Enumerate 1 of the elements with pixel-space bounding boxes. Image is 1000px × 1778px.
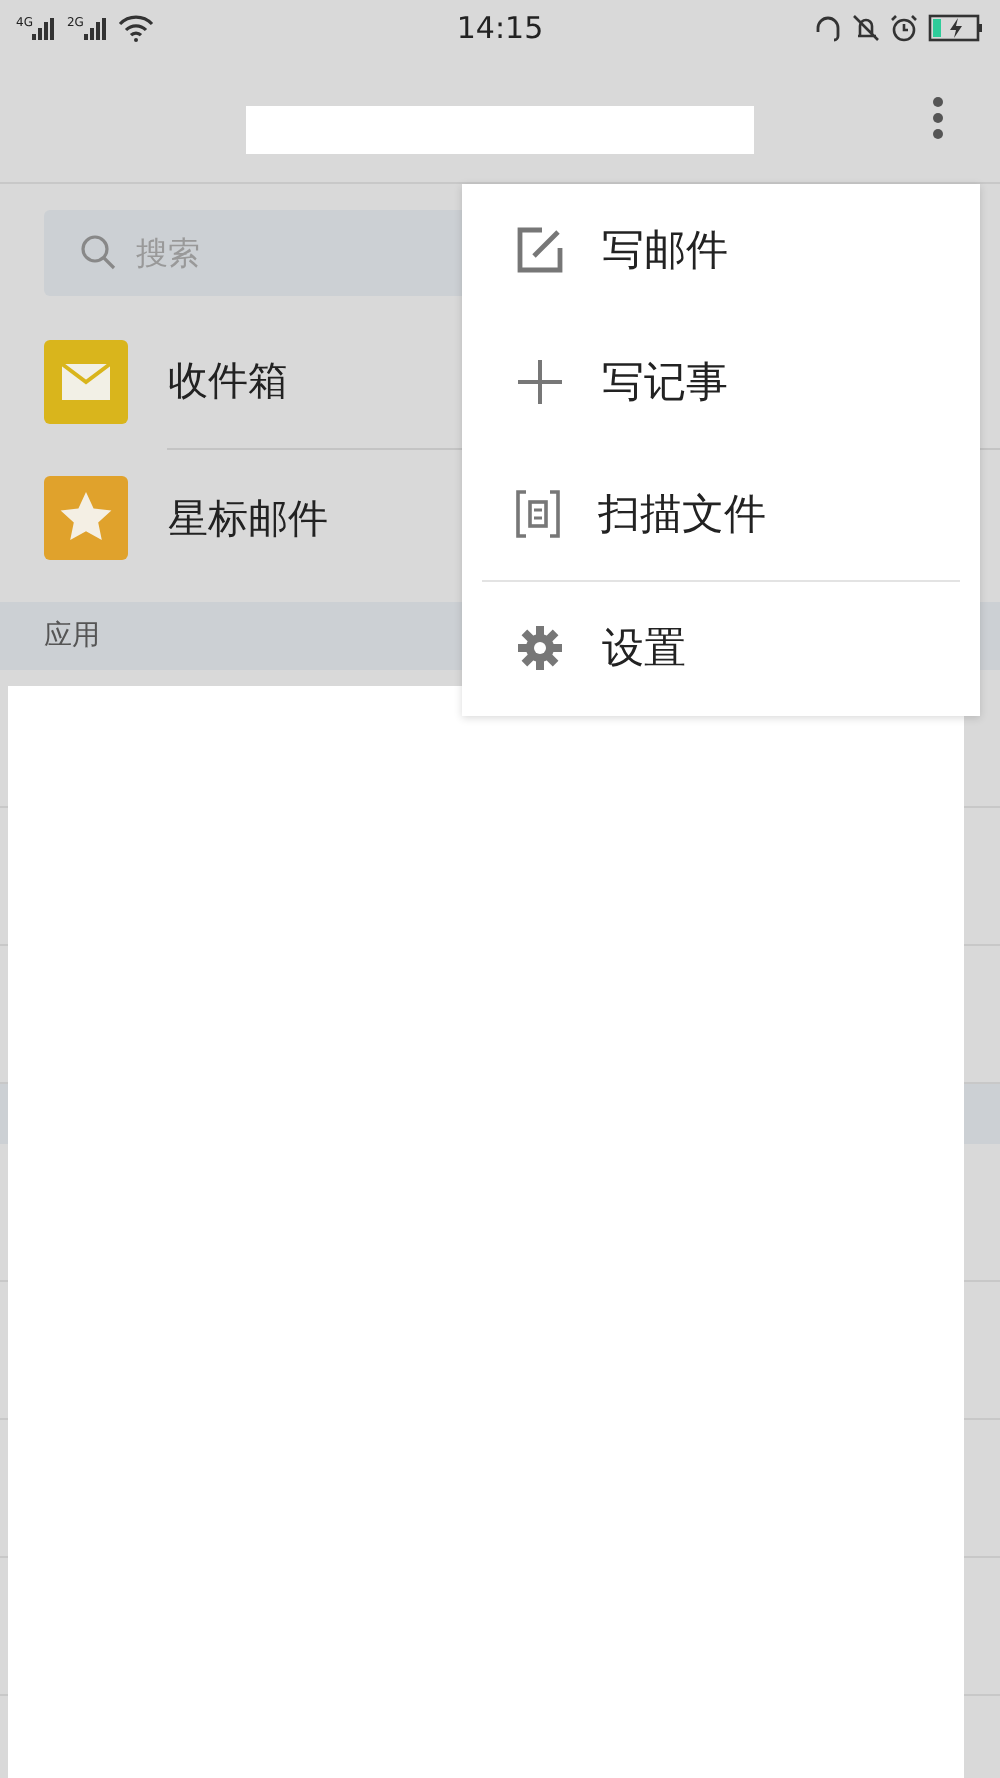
clock-time: 14:15 (456, 10, 544, 46)
